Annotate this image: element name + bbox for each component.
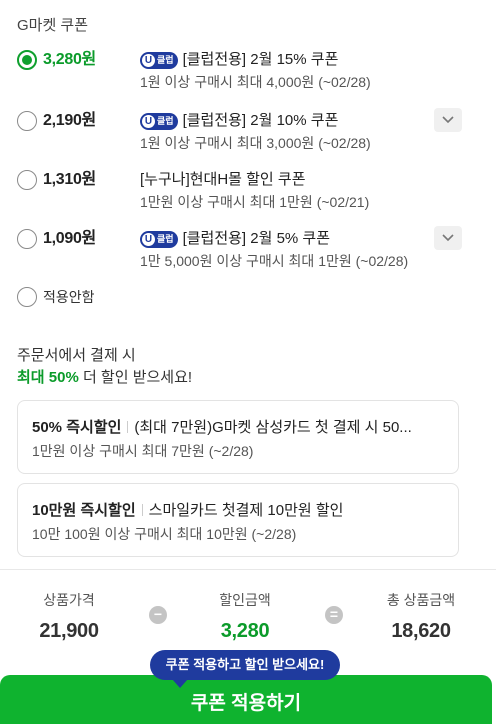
club-badge: U 클럽: [140, 112, 178, 130]
card-offer-detail: (최대 7만원)G마켓 삼성카드 첫 결제 시 50...: [134, 419, 412, 436]
coupon-description: 1만 5,000원 이상 구매시 최대 1만원 (~02/28): [140, 253, 409, 269]
chevron-down-icon: [442, 116, 454, 124]
expand-button[interactable]: [434, 108, 462, 132]
section-title: G마켓 쿠폰: [17, 17, 89, 34]
coupon-description: 1만원 이상 구매시 최대 1만원 (~02/21): [140, 194, 370, 210]
u-club-icon: U: [142, 232, 155, 246]
divider: [141, 503, 143, 516]
chevron-down-icon: [442, 234, 454, 242]
coupon-price: 3,280원: [43, 51, 96, 68]
total-label: 총 상품금액: [386, 592, 456, 608]
discount-value: 3,280: [220, 620, 270, 642]
coupon-price: 1,310원: [43, 171, 96, 188]
coupon-name: U 클럽 [클럽전용] 2월 15% 쿠폰: [140, 50, 338, 70]
total-amount: 총 상품금액 18,620: [361, 590, 481, 643]
radio-button[interactable]: [17, 170, 37, 190]
apply-tooltip: 쿠폰 적용하고 할인 받으세요!: [150, 650, 340, 688]
coupon-description: 1원 이상 구매시 최대 4,000원 (~02/28): [140, 74, 371, 90]
promo-text-highlight: 최대 50% 더 할인 받으세요!: [17, 369, 193, 386]
u-club-icon: U: [142, 114, 155, 128]
promo-text: 주문서에서 결제 시: [17, 347, 136, 364]
equals-icon: =: [325, 606, 343, 624]
card-offer-title: 10만원 즉시할인: [32, 502, 136, 519]
expand-button[interactable]: [434, 226, 462, 250]
coupon-description: 1원 이상 구매시 최대 3,000원 (~02/28): [140, 135, 371, 151]
coupon-price: 1,090원: [43, 230, 96, 247]
no-apply-label: 적용안함: [43, 289, 95, 305]
radio-button[interactable]: [17, 287, 37, 307]
minus-icon: −: [149, 606, 167, 624]
product-price-value: 21,900: [39, 620, 99, 642]
club-badge: U 클럽: [140, 230, 178, 248]
coupon-name: U 클럽 [클럽전용] 2월 5% 쿠폰: [140, 229, 330, 249]
divider: [127, 420, 129, 433]
discount-amount: 할인금액 3,280: [185, 590, 305, 643]
card-offer-description: 1만원 이상 구매시 최대 7만원 (~2/28): [32, 443, 254, 459]
radio-button[interactable]: [17, 111, 37, 131]
coupon-name: U 클럽 [클럽전용] 2월 10% 쿠폰: [140, 111, 338, 131]
radio-button[interactable]: [17, 229, 37, 249]
product-price-label: 상품가격: [43, 592, 95, 608]
coupon-price: 2,190원: [43, 112, 96, 129]
product-price: 상품가격 21,900: [9, 590, 129, 643]
card-offer-detail: 스마일카드 첫결제 10만원 할인: [148, 502, 344, 519]
card-offer-title: 50% 즉시할인: [32, 419, 122, 436]
card-offer: 10만원 즉시할인 스마일카드 첫결제 10만원 할인 10만 100원 이상 …: [17, 483, 459, 557]
card-offer: 50% 즉시할인 (최대 7만원)G마켓 삼성카드 첫 결제 시 50... 1…: [17, 400, 459, 474]
u-club-icon: U: [142, 53, 155, 67]
apply-coupon-button[interactable]: 쿠폰 적용하기: [0, 675, 492, 724]
radio-button-selected[interactable]: [17, 50, 37, 70]
total-value: 18,620: [391, 620, 451, 642]
coupon-name: [누구나]현대H몰 할인 쿠폰: [140, 171, 306, 188]
discount-label: 할인금액: [219, 592, 271, 608]
card-offer-description: 10만 100원 이상 구매시 최대 10만원 (~2/28): [32, 526, 297, 542]
club-badge: U 클럽: [140, 51, 178, 69]
